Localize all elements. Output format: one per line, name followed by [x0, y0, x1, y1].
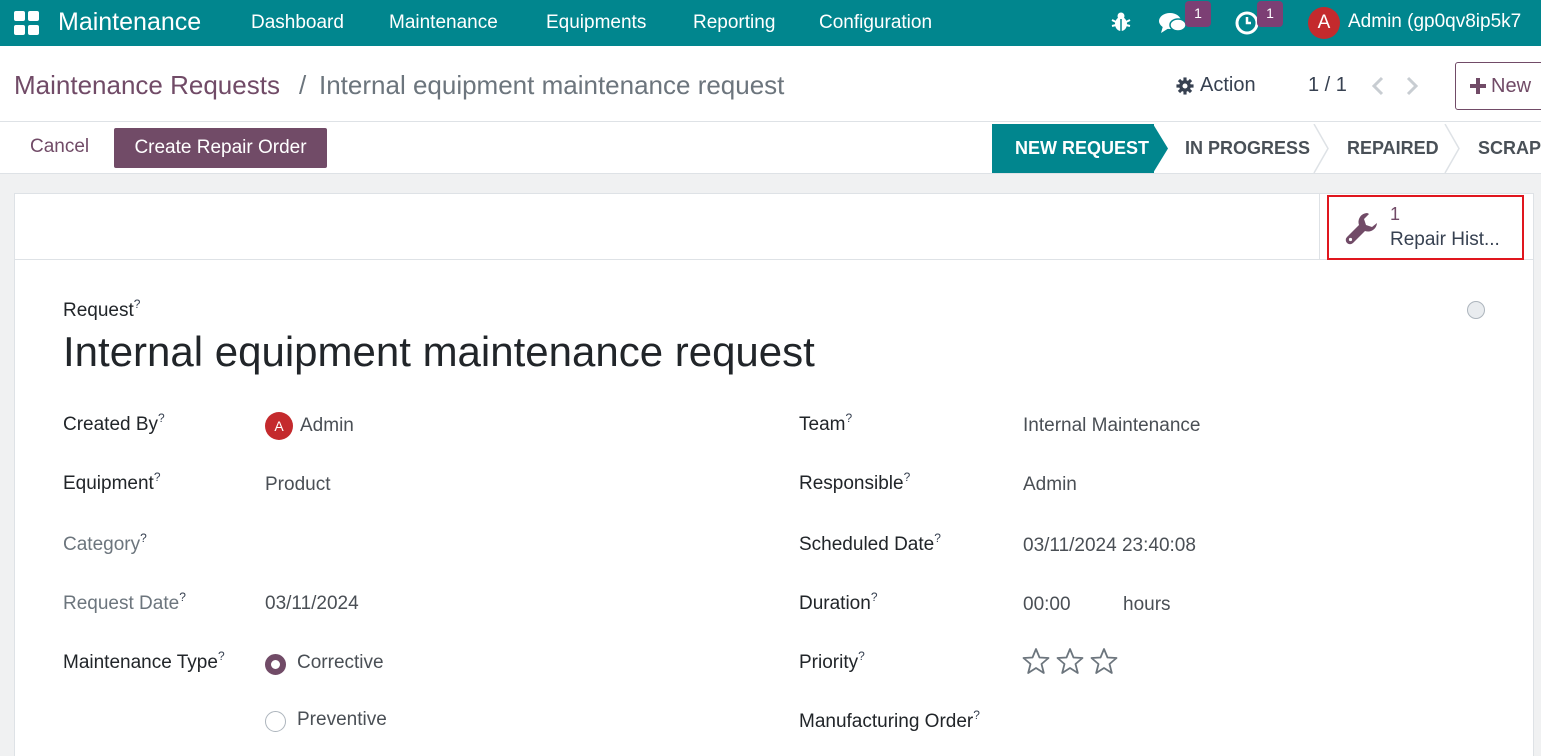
request-date-label-text: Request Date: [63, 593, 180, 614]
help-tooltip[interactable]: ?: [871, 590, 878, 604]
priority-star-icon[interactable]: [1090, 647, 1118, 675]
priority-star-icon[interactable]: [1022, 647, 1050, 675]
help-tooltip[interactable]: ?: [134, 297, 141, 311]
responsible-value[interactable]: Admin: [1023, 474, 1077, 496]
stage-scrap[interactable]: SCRAP: [1478, 124, 1541, 173]
create-repair-order-button[interactable]: Create Repair Order: [114, 128, 327, 168]
activities-clock-icon[interactable]: [1235, 11, 1259, 35]
preventive-option-label[interactable]: Preventive: [297, 709, 387, 731]
duration-unit: hours: [1123, 594, 1171, 615]
corrective-radio[interactable]: [265, 654, 286, 675]
help-tooltip[interactable]: ?: [973, 708, 980, 722]
help-tooltip[interactable]: ?: [158, 411, 165, 425]
status-row: Cancel Create Repair Order NEW REQUEST I…: [0, 122, 1541, 174]
help-tooltip[interactable]: ?: [154, 470, 161, 484]
nav-equipments[interactable]: Equipments: [546, 12, 646, 34]
category-label-text: Category: [63, 534, 141, 555]
created-by-label: Created By?: [63, 411, 165, 436]
priority-label: Priority?: [799, 649, 865, 674]
team-label-text: Team: [799, 414, 846, 435]
equipment-label-text: Equipment: [63, 473, 154, 494]
maintenance-type-label-text: Maintenance Type: [63, 652, 218, 673]
breadcrumb-root[interactable]: Maintenance Requests: [14, 70, 280, 101]
action-button[interactable]: Action: [1176, 74, 1256, 97]
duration-label: Duration?: [799, 590, 878, 615]
duration-value[interactable]: 00:00: [1023, 594, 1071, 616]
corrective-option-label[interactable]: Corrective: [297, 652, 384, 674]
preventive-radio[interactable]: [265, 711, 286, 732]
apps-menu-icon[interactable]: [14, 11, 40, 35]
debug-bug-icon[interactable]: [1110, 11, 1132, 33]
request-label-text: Request: [63, 300, 134, 321]
duration-label-text: Duration: [799, 593, 871, 614]
equipment-label: Equipment?: [63, 470, 161, 495]
stage-repaired[interactable]: REPAIRED: [1347, 124, 1439, 173]
help-tooltip[interactable]: ?: [218, 649, 225, 663]
priority-label-text: Priority: [799, 652, 859, 673]
responsible-label-text: Responsible: [799, 473, 904, 494]
app-brand[interactable]: Maintenance: [58, 8, 201, 37]
new-label: New: [1491, 74, 1532, 97]
pager-previous-icon[interactable]: [1371, 76, 1385, 96]
user-menu[interactable]: Admin (gp0qv8ip5k7: [1348, 11, 1521, 33]
manufacturing-order-label: Manufacturing Order?: [799, 708, 980, 733]
scheduled-date-value[interactable]: 03/11/2024 23:40:08: [1023, 535, 1196, 557]
top-navbar: Maintenance Dashboard Maintenance Equipm…: [0, 0, 1541, 46]
breadcrumb-separator: /: [299, 70, 307, 100]
maintenance-type-label: Maintenance Type?: [63, 649, 225, 674]
help-tooltip[interactable]: ?: [140, 531, 147, 545]
nav-maintenance[interactable]: Maintenance: [389, 12, 498, 34]
stage-in-progress[interactable]: IN PROGRESS: [1185, 124, 1310, 173]
new-button[interactable]: New: [1455, 62, 1541, 110]
plus-icon: [1470, 78, 1486, 94]
request-date-label: Request Date?: [63, 590, 186, 615]
cancel-button[interactable]: Cancel: [30, 136, 89, 158]
nav-dashboard[interactable]: Dashboard: [251, 12, 344, 34]
pager-next-icon[interactable]: [1405, 76, 1419, 96]
messages-icon[interactable]: [1158, 10, 1188, 36]
help-tooltip[interactable]: ?: [179, 590, 186, 604]
category-label: Category?: [63, 531, 147, 556]
smart-button-highlight-box: [1327, 195, 1524, 260]
request-label: Request?: [63, 297, 141, 322]
gear-icon: [1176, 76, 1194, 95]
team-label: Team?: [799, 411, 852, 436]
smart-button-box: 1 Repair Hist...: [15, 194, 1533, 260]
user-avatar[interactable]: A: [1308, 7, 1340, 39]
control-panel: Maintenance Requests / Internal equipmen…: [0, 46, 1541, 122]
scheduled-date-label: Scheduled Date?: [799, 531, 941, 556]
help-tooltip[interactable]: ?: [934, 531, 941, 545]
created-by-label-text: Created By: [63, 414, 159, 435]
nav-configuration[interactable]: Configuration: [819, 12, 932, 34]
responsible-label: Responsible?: [799, 470, 911, 495]
messages-badge: 1: [1185, 1, 1211, 27]
breadcrumb-current: Internal equipment maintenance request: [319, 70, 785, 100]
kanban-state-indicator[interactable]: [1467, 301, 1485, 319]
action-label: Action: [1200, 74, 1256, 96]
stage-new-request[interactable]: NEW REQUEST: [992, 124, 1154, 173]
stage-arrow-active: [1153, 124, 1168, 173]
created-by-value[interactable]: Admin: [300, 415, 354, 437]
nav-reporting[interactable]: Reporting: [693, 12, 775, 34]
manufacturing-order-label-text: Manufacturing Order: [799, 711, 974, 732]
pager-value[interactable]: 1 / 1: [1308, 74, 1347, 97]
help-tooltip[interactable]: ?: [858, 649, 865, 663]
stage-separator: [1444, 124, 1460, 173]
activities-badge: 1: [1257, 1, 1283, 27]
help-tooltip[interactable]: ?: [845, 411, 852, 425]
request-date-value[interactable]: 03/11/2024: [265, 593, 359, 615]
help-tooltip[interactable]: ?: [904, 470, 911, 484]
scheduled-date-label-text: Scheduled Date: [799, 534, 935, 555]
stage-separator: [1313, 124, 1329, 173]
priority-star-icon[interactable]: [1056, 647, 1084, 675]
created-by-avatar: A: [265, 412, 293, 440]
equipment-value[interactable]: Product: [265, 474, 330, 496]
team-value[interactable]: Internal Maintenance: [1023, 415, 1200, 437]
form-sheet: 1 Repair Hist... Request? Internal equip…: [14, 193, 1534, 756]
request-title[interactable]: Internal equipment maintenance request: [63, 328, 815, 376]
